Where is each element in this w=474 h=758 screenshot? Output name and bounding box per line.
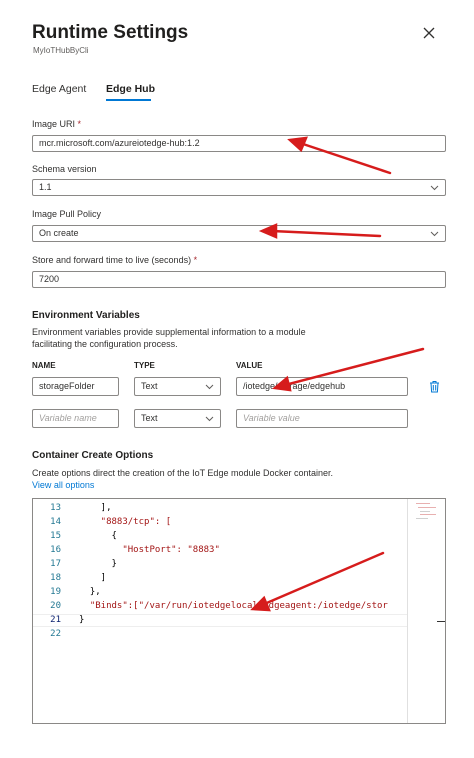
panel-title: Runtime Settings xyxy=(32,22,189,43)
line-number: 15 xyxy=(50,531,61,541)
store-forward-label-text: Store and forward time to live (seconds) xyxy=(32,255,192,265)
new-env-name-input[interactable]: Variable name xyxy=(32,409,119,428)
chevron-down-icon xyxy=(430,231,439,237)
tab-edge-agent[interactable]: Edge Agent xyxy=(32,83,86,95)
line-number: 16 xyxy=(50,545,61,555)
code-line: "HostPort": "8883" xyxy=(79,545,220,555)
code-line: } xyxy=(79,615,85,625)
code-line: ], xyxy=(79,503,112,513)
code-minimap[interactable] xyxy=(407,499,445,723)
line-number: 18 xyxy=(50,573,61,583)
overview-ruler-cursor xyxy=(437,621,445,622)
view-all-options-link[interactable]: View all options xyxy=(32,480,94,490)
active-tab-indicator xyxy=(106,99,151,101)
image-uri-value: mcr.microsoft.com/azureiotedge-hub:1.2 xyxy=(39,138,200,148)
image-uri-label: Image URI * xyxy=(32,119,81,129)
env-value-input[interactable]: /iotedge/storage/edgehub xyxy=(236,377,408,396)
close-icon[interactable] xyxy=(420,24,438,42)
env-name-value: storageFolder xyxy=(39,381,95,391)
current-line-highlight xyxy=(33,614,407,627)
new-env-name-placeholder: Variable name xyxy=(39,413,97,423)
chevron-down-icon xyxy=(205,416,214,422)
line-number: 19 xyxy=(50,587,61,597)
image-pull-policy-label: Image Pull Policy xyxy=(32,209,102,219)
column-header-type: TYPE xyxy=(134,361,155,370)
env-vars-description-2: facilitating the configuration process. xyxy=(32,339,178,349)
column-header-name: NAME xyxy=(32,361,56,370)
line-number: 13 xyxy=(50,503,61,513)
create-options-heading: Container Create Options xyxy=(32,450,154,461)
chevron-down-icon xyxy=(430,185,439,191)
env-type-value: Text xyxy=(141,381,158,391)
column-header-value: VALUE xyxy=(236,361,263,370)
new-env-value-input[interactable]: Variable value xyxy=(236,409,408,428)
trash-icon[interactable] xyxy=(429,380,440,393)
store-forward-value: 7200 xyxy=(39,274,60,284)
image-uri-input[interactable]: mcr.microsoft.com/azureiotedge-hub:1.2 xyxy=(32,135,446,152)
store-forward-input[interactable]: 7200 xyxy=(32,271,446,288)
store-forward-label: Store and forward time to live (seconds)… xyxy=(32,255,197,265)
image-pull-policy-value: On create xyxy=(39,228,79,238)
panel-subtitle: MyIoTHubByCli xyxy=(33,46,89,55)
tab-edge-hub[interactable]: Edge Hub xyxy=(106,83,155,95)
code-line: }, xyxy=(79,587,101,597)
line-number: 22 xyxy=(50,629,61,639)
schema-version-value: 1.1 xyxy=(39,182,52,192)
code-editor[interactable]: 13 ], 14 "8883/tcp": [ 15 { 16 "HostPort… xyxy=(32,498,446,724)
required-mark: * xyxy=(77,119,82,129)
new-env-type-dropdown[interactable]: Text xyxy=(134,409,221,428)
line-number: 17 xyxy=(50,559,61,569)
image-pull-policy-dropdown[interactable]: On create xyxy=(32,225,446,242)
create-options-description: Create options direct the creation of th… xyxy=(32,468,334,478)
image-uri-label-text: Image URI xyxy=(32,119,76,129)
env-vars-description-1: Environment variables provide supplement… xyxy=(32,327,306,337)
line-number: 21 xyxy=(50,615,61,625)
env-vars-heading: Environment Variables xyxy=(32,310,140,321)
code-line: ] xyxy=(79,573,107,583)
new-env-type-value: Text xyxy=(141,413,158,423)
line-number: 14 xyxy=(50,517,61,527)
code-line: } xyxy=(79,559,117,569)
code-line: "8883/tcp": [ xyxy=(79,517,172,527)
schema-version-label: Schema version xyxy=(32,164,97,174)
env-name-input[interactable]: storageFolder xyxy=(32,377,119,396)
env-value-value: /iotedge/storage/edgehub xyxy=(243,381,346,391)
line-number: 20 xyxy=(50,601,61,611)
new-env-value-placeholder: Variable value xyxy=(243,413,300,423)
code-line: "Binds":["/var/run/iotedgelocal/edgeagen… xyxy=(79,601,388,611)
required-mark: * xyxy=(193,255,198,265)
env-type-dropdown[interactable]: Text xyxy=(134,377,221,396)
code-line: { xyxy=(79,531,117,541)
chevron-down-icon xyxy=(205,384,214,390)
schema-version-dropdown[interactable]: 1.1 xyxy=(32,179,446,196)
